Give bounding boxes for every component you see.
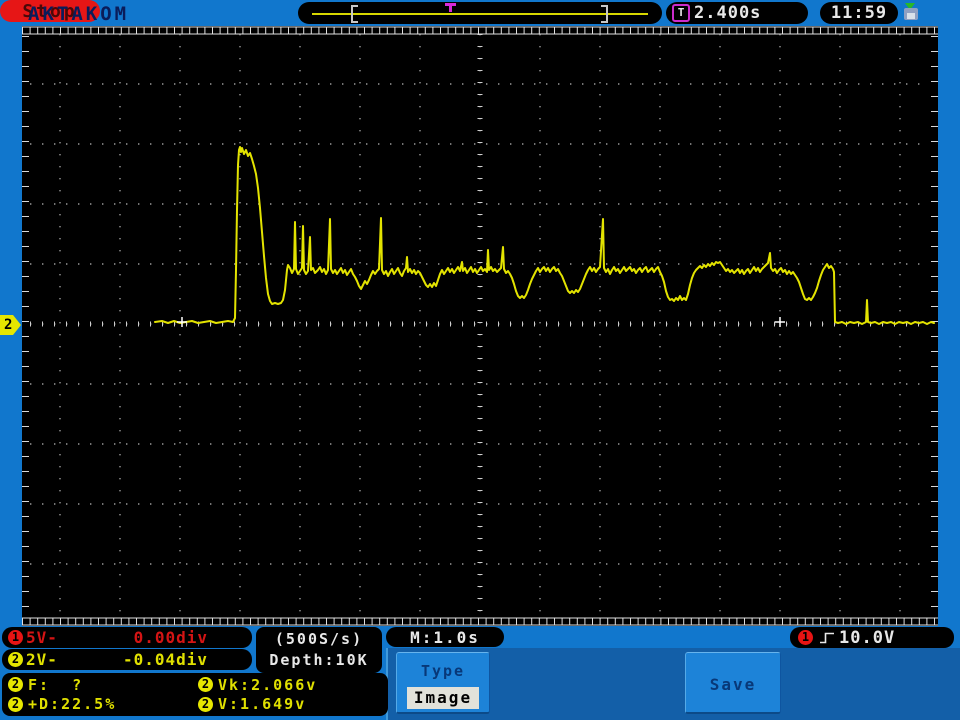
ch2-offset: -0.04div (122, 650, 208, 669)
trigger-info-pill: 1 10.0V (790, 627, 954, 648)
measurement-panel: 2 F: ? 2 Vk:2.066v 2 +D:22.5% 2 V:1.649v (2, 673, 388, 716)
ch2-badge: 2 (8, 652, 23, 667)
measurement-vk: 2 Vk:2.066v (198, 675, 388, 695)
save-button-label: Save (709, 675, 757, 694)
trigger-level-value: 10.0V (839, 627, 896, 648)
ch2-scale: 2V- (26, 650, 58, 669)
sample-rate: (500S/s) (274, 630, 364, 648)
softkey-menu: Type Image Save (386, 648, 960, 720)
brand-label: AKTAKOM (28, 3, 130, 25)
save-button[interactable]: Save (685, 652, 781, 714)
meas-ch-badge: 2 (8, 696, 23, 712)
graticule-grid (22, 26, 938, 626)
graticule-svg (22, 26, 938, 626)
trigger-position-marker-icon (445, 3, 456, 12)
ch2-info-pill: 2 2V- -0.04div (2, 649, 252, 670)
meas-ch-badge: 2 (8, 677, 23, 693)
view-window-left-bracket (351, 5, 358, 23)
measurement-duty: 2 +D:22.5% (8, 695, 198, 715)
type-selected-value[interactable]: Image (407, 687, 479, 709)
meas-ch-badge: 2 (198, 677, 213, 693)
clock-value: 11:59 (830, 3, 888, 23)
record-line (312, 13, 648, 15)
ch1-badge: 1 (8, 630, 23, 645)
measurement-frequency: 2 F: ? (8, 675, 198, 695)
waveform-display (22, 26, 938, 626)
timebase-value: M:1.0s (410, 627, 480, 647)
record-position-bar (298, 2, 662, 24)
acquisition-pill: (500S/s) Depth:10K (256, 627, 382, 673)
view-window-right-bracket (601, 5, 608, 23)
ch1-scale: 5V- (26, 628, 58, 647)
timebase-pill: M:1.0s (386, 627, 504, 647)
type-button-label: Type (420, 662, 466, 680)
memory-depth: Depth:10K (269, 651, 369, 669)
storage-disk-icon (903, 3, 920, 20)
trigger-time-badge: T 2.400s (666, 2, 808, 24)
oscilloscope-screen: AKTAKOM Stop T 2.400s 11:59 2 1 5V- 0.00… (0, 0, 960, 720)
top-status-bar: AKTAKOM Stop T 2.400s 11:59 (0, 0, 960, 26)
ch1-info-pill: 1 5V- 0.00div (2, 627, 252, 648)
clock-badge: 11:59 (820, 2, 898, 24)
ch1-offset: 0.00div (133, 628, 208, 647)
ch2-zero-marker: 2 (0, 315, 21, 335)
meas-ch-badge: 2 (198, 696, 213, 712)
bottom-panel: 1 5V- 0.00div 2 2V- -0.04div (500S/s) De… (0, 626, 960, 720)
trigger-t-icon: T (672, 4, 690, 22)
type-button[interactable]: Type Image (396, 652, 490, 714)
rising-edge-icon (820, 632, 834, 643)
trigger-time-value: 2.400s (694, 3, 762, 23)
ch2-waveform-trace (154, 146, 935, 325)
measurement-v: 2 V:1.649v (198, 695, 388, 715)
trigger-channel-badge: 1 (798, 630, 813, 645)
